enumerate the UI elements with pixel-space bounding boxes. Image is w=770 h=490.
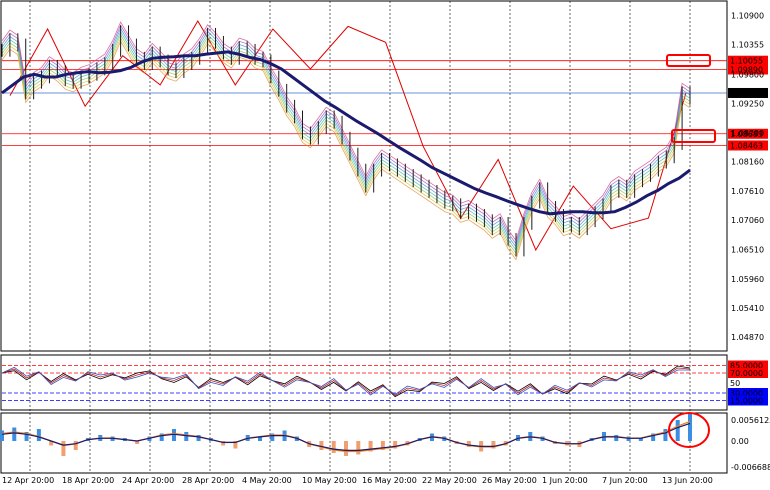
price-axis-label: 1.04870 — [731, 333, 764, 342]
price-axis-label: 1.09250 — [731, 100, 764, 109]
time-axis-label: 28 Apr 20:00 — [182, 476, 234, 485]
oscillator-level-label: 15.0000 — [730, 397, 763, 406]
forex-chart: 1.100551.098901.094491.086831.08463 1.10… — [0, 0, 770, 490]
macd-axis-label: 0.00 — [731, 437, 749, 446]
macd-axis-label: 0.0056125 — [731, 416, 770, 425]
price-axis-label: 1.07060 — [731, 216, 764, 225]
price-level-label: 1.10055 — [730, 57, 763, 66]
time-axis-label: 26 May 20:00 — [482, 476, 537, 485]
macd-histogram-bar — [344, 441, 348, 456]
oscillator-axis-label: 50 — [730, 379, 740, 388]
macd-axis-label: -0.0066884 — [731, 463, 770, 472]
macd-histogram-bar — [61, 441, 66, 456]
price-axis-label: 1.10900 — [731, 12, 764, 21]
price-axis-label: 1.05960 — [731, 275, 764, 284]
time-axis-label: 22 May 20:00 — [422, 476, 477, 485]
macd-histogram-bar — [331, 441, 336, 453]
time-axis-label: 13 Jun 20:00 — [662, 476, 713, 485]
time-axis-label: 12 Apr 20:00 — [2, 476, 54, 485]
macd-histogram-bar — [0, 430, 4, 441]
price-axis-label: 1.06510 — [731, 245, 764, 254]
oscillator-level-label: 70.0000 — [730, 369, 763, 378]
macd-histogram-bar — [688, 414, 692, 441]
time-axis-label: 24 Apr 20:00 — [122, 476, 174, 485]
price-level-label: 1.09449 — [730, 89, 763, 98]
time-axis-label: 4 May 20:00 — [242, 476, 292, 485]
macd-histogram-bar — [12, 427, 17, 441]
price-axis-label: 1.05410 — [731, 304, 764, 313]
price-axis-label: 1.10355 — [731, 41, 764, 50]
time-axis-label: 18 Apr 20:00 — [62, 476, 114, 485]
time-axis-label: 16 May 20:00 — [362, 476, 417, 485]
price-axis-label: 1.08160 — [731, 158, 764, 167]
macd-histogram-bar — [356, 441, 361, 455]
price-axis-label: 1.07610 — [731, 187, 764, 196]
macd-histogram-bar — [675, 420, 680, 441]
time-axis-label: 1 Jun 20:00 — [542, 476, 588, 485]
price-axis-label: 1.09800 — [731, 70, 764, 79]
price-level-label: 1.08463 — [730, 141, 763, 150]
time-axis-label: 7 Jun 20:00 — [602, 476, 648, 485]
macd-histogram-bar — [184, 432, 189, 441]
macd-histogram-bar — [73, 441, 78, 450]
price-axis-label: 1.08700 — [731, 129, 764, 138]
time-axis-label: 10 May 20:00 — [302, 476, 357, 485]
macd-histogram-bar — [36, 429, 41, 441]
